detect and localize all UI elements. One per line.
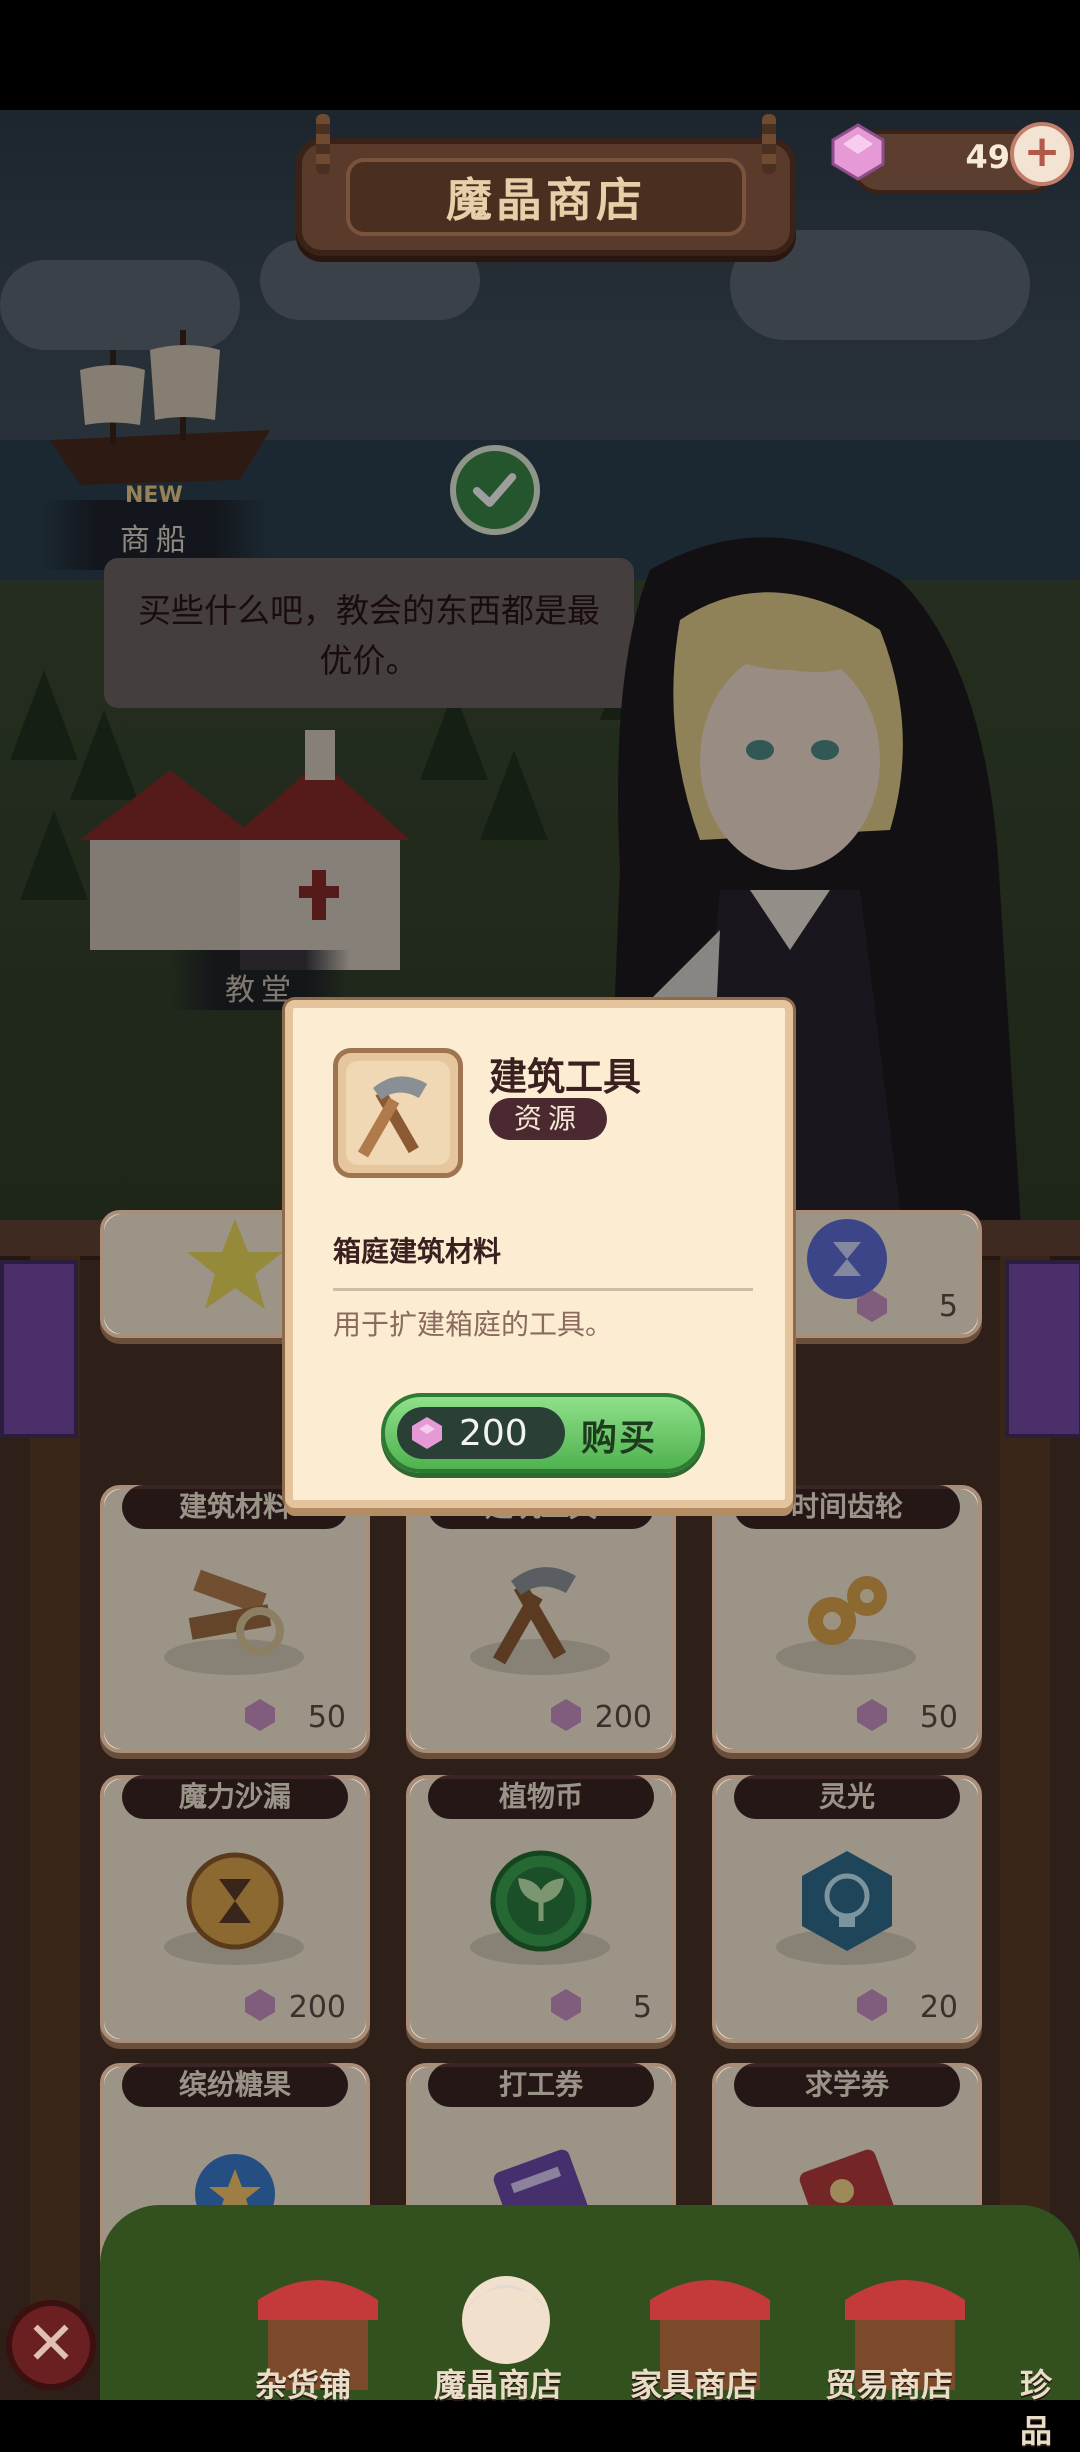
banner-left <box>0 1260 78 1438</box>
card-dim <box>716 1489 978 1749</box>
card-dim <box>410 1779 672 2039</box>
card-dim <box>104 1779 366 2039</box>
item-name: 建筑工具 <box>489 1055 642 1099</box>
buy-label: 购买 <box>581 1418 658 1459</box>
shop-card-plant-coin[interactable]: 植物币 5 <box>406 1775 676 2043</box>
close-icon: ✕ <box>25 2309 77 2379</box>
item-category-badge: 资源 <box>489 1098 607 1140</box>
gem-icon <box>831 123 885 181</box>
item-subtitle: 箱庭建筑材料 <box>333 1235 502 1268</box>
shop-card-aura[interactable]: 灵光 20 <box>712 1775 982 2043</box>
divider <box>333 1288 753 1291</box>
shop-card-building-tools[interactable]: 建筑工具 200 <box>406 1485 676 1753</box>
page-title: 魔晶商店 <box>446 173 646 227</box>
nav-furniture-shop[interactable]: 家具商店 <box>630 2360 758 2406</box>
item-description: 用于扩建箱庭的工具。 <box>333 1308 614 1341</box>
nav-gem-shop[interactable]: 魔晶商店 <box>434 2360 562 2406</box>
shop-card-magic-hourglass[interactable]: 魔力沙漏 200 <box>100 1775 370 2043</box>
buy-price: 200 <box>459 1413 528 1454</box>
nav-grocery-store[interactable]: 杂货铺 <box>255 2360 351 2406</box>
nav-treasure-shop[interactable]: 珍品 <box>1020 2360 1080 2452</box>
card-dim <box>716 1779 978 2039</box>
close-button[interactable]: ✕ <box>6 2300 96 2390</box>
add-gems-button[interactable]: + <box>1010 122 1074 186</box>
banner-right <box>1005 1260 1080 1438</box>
card-dim <box>104 1489 366 1749</box>
card-dim <box>410 1489 672 1749</box>
item-detail-popup: 建筑工具 资源 箱庭建筑材料 用于扩建箱庭的工具。 200 购买 <box>285 1000 793 1508</box>
shop-card-building-materials[interactable]: 建筑材料 50 <box>100 1485 370 1753</box>
item-icon-frame <box>333 1048 463 1178</box>
hammer-icon <box>357 1076 428 1158</box>
gem-count: 49 <box>965 138 1010 176</box>
buy-button[interactable]: 200 购买 <box>381 1393 705 1473</box>
gem-icon <box>412 1417 442 1449</box>
buy-price-pill: 200 <box>397 1407 565 1459</box>
shop-card-time-gears[interactable]: 时间齿轮 50 <box>712 1485 982 1753</box>
nav-trade-shop[interactable]: 贸易商店 <box>825 2360 953 2406</box>
plus-icon: + <box>1023 126 1061 177</box>
shop-title-sign: 魔晶商店 <box>296 114 796 256</box>
